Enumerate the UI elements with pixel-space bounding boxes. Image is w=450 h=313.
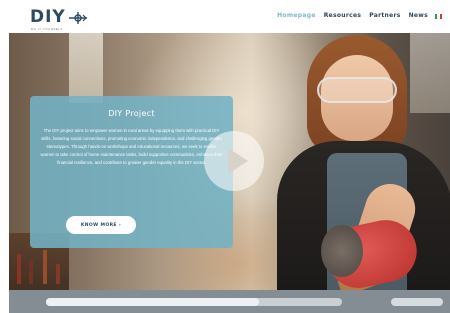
nav-partners[interactable]: Partners — [369, 11, 400, 21]
nav-news[interactable]: News — [409, 11, 428, 21]
nav-homepage[interactable]: Homepage — [277, 11, 316, 21]
play-button[interactable] — [204, 131, 264, 191]
tool-item — [29, 260, 33, 284]
logo-subtext: DO IT YOURSELF — [31, 27, 63, 31]
video-progress-track[interactable] — [46, 298, 342, 306]
video-progress-fill[interactable] — [46, 298, 260, 306]
know-more-label: KNOW MORE › — [80, 222, 122, 228]
play-icon — [228, 148, 248, 174]
site-logo[interactable]: DIY DO IT YOURSELF — [30, 7, 88, 31]
wrench-logo-icon — [69, 12, 87, 24]
safety-goggles — [317, 77, 397, 103]
italy-flag-icon[interactable] — [435, 13, 442, 19]
volume-slider[interactable] — [391, 298, 443, 306]
video-control-bar — [9, 290, 450, 313]
know-more-button[interactable]: KNOW MORE › — [66, 216, 136, 234]
tool-item — [17, 254, 21, 284]
tool-item — [43, 250, 47, 284]
nav-resources[interactable]: Resources — [324, 11, 362, 21]
page: DIY DO IT YOURSELF Homepage Resources Pa… — [0, 0, 450, 313]
sander-pad — [321, 225, 363, 277]
background-window-right — [410, 33, 450, 113]
card-description: The DIY project aims to empower women in… — [40, 128, 223, 165]
tool-item — [56, 264, 60, 284]
background-window — [69, 33, 103, 103]
card-title: DIY Project — [108, 109, 155, 118]
logo-text: DIY — [30, 7, 66, 27]
site-header: DIY DO IT YOURSELF Homepage Resources Pa… — [0, 0, 450, 33]
main-nav: Homepage Resources Partners News — [269, 11, 442, 21]
